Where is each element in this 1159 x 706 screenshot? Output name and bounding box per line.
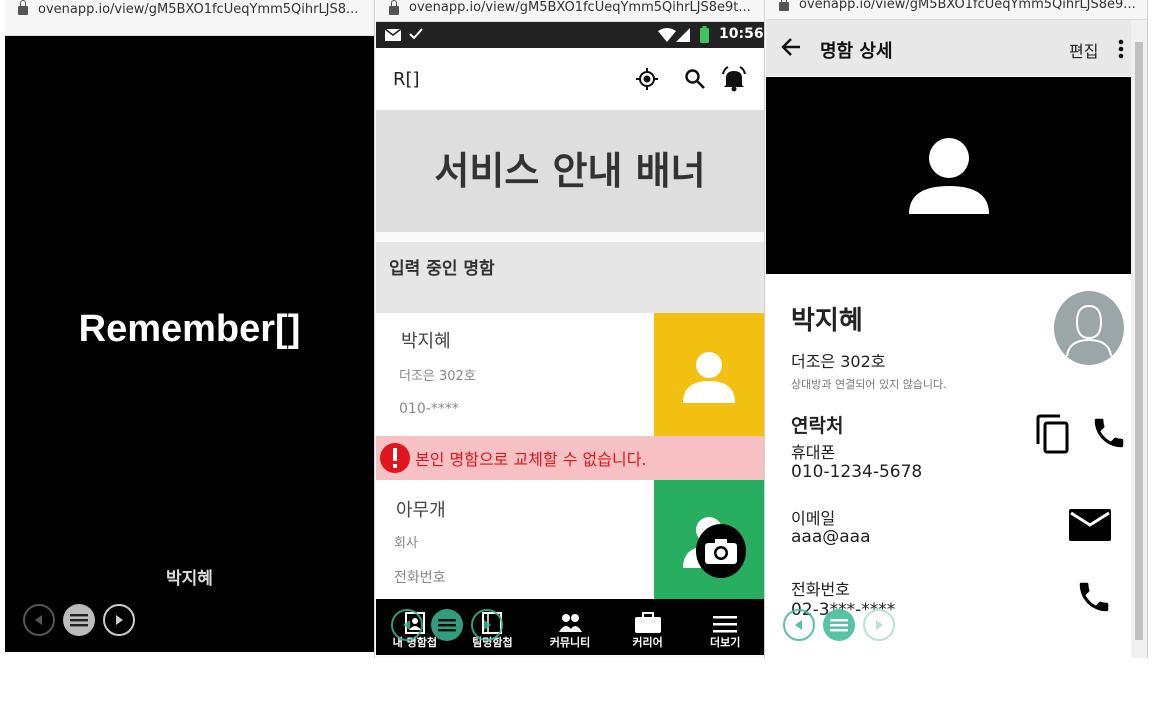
search-icon[interactable] [684,68,706,90]
location-icon[interactable] [635,67,659,91]
section-title: 입력 중인 명함 [389,259,495,279]
prototype-nav [23,604,135,636]
card-item[interactable]: 아무개 회사 전화번호 [376,480,764,600]
url-text: ovenapp.io/view/gM5BXO1fcUeqYmm5QihrLJS8… [409,0,751,15]
arrow-right-icon [876,620,883,630]
owner-name: 박지혜 [166,569,213,589]
next-page-button[interactable] [863,609,895,641]
nav-community[interactable]: 커뮤니티 [531,599,609,655]
card-photo[interactable] [766,77,1132,274]
prototype-nav [391,609,503,641]
menu-button[interactable] [431,609,463,641]
arrow-left-icon [35,615,42,625]
contact-company: 더조은 302호 [791,352,886,371]
arrow-right-icon [484,620,491,630]
next-page-button[interactable] [471,609,503,641]
scrollbar[interactable] [1131,20,1147,658]
mail-icon [385,29,401,41]
card-name: 아무개 [396,500,446,521]
prev-page-button[interactable] [391,609,423,641]
arrow-right-icon [116,615,123,625]
card-item[interactable]: 박지혜 더조은 302호 010-**** [376,313,764,437]
splash-window: ovenapp.io/view/gM5BXO1fcUeqYmm5QihrLJS8… [5,0,375,658]
back-arrow-icon[interactable] [781,38,801,56]
camera-fab[interactable] [696,524,746,578]
signal-icon [676,28,690,42]
contact-section-title: 연락처 [791,415,844,437]
nav-more[interactable]: 더보기 [686,599,764,655]
arrow-left-icon [403,620,410,630]
avatar-placeholder-icon [1066,304,1112,356]
contact-name: 박지혜 [791,306,863,336]
wifi-icon [658,28,676,42]
notification-bell-icon[interactable] [721,66,747,92]
menu-button[interactable] [823,609,855,641]
person-icon [683,352,735,403]
card-thumbnail [654,313,764,437]
copy-icon[interactable] [1034,414,1070,454]
url-text: ovenapp.io/view/gM5BXO1fcUeqYmm5QihrLJS8… [38,2,359,17]
service-banner[interactable]: 서비스 안내 배너 [376,110,764,232]
community-icon [558,614,582,632]
app-logo: Remember[] [78,308,301,350]
card-company: 더조은 302호 [399,369,476,384]
lock-icon [389,0,399,15]
email-value[interactable]: aaa@aaa [791,527,871,547]
menu-icon [713,616,738,633]
splash-screen: Remember[] 박지혜 [5,36,374,652]
lock-icon [18,0,28,15]
hamburger-icon [438,619,456,632]
address-bar[interactable]: ovenapp.io/view/gM5BXO1fcUeqYmm5QihrLJS8… [766,0,1147,20]
menu-button[interactable] [63,604,95,636]
next-page-button[interactable] [103,604,135,636]
card-name: 박지혜 [401,331,451,352]
email-label: 이메일 [791,509,836,528]
nav-career[interactable]: 커리어 [609,599,687,655]
detail-app-bar: 명함 상세 편집 [766,20,1147,76]
status-bar: 10:56 [376,22,764,48]
error-banner: 본인 명함으로 교체할 수 없습니다. [376,436,764,480]
hamburger-icon [830,619,848,632]
nav-label: 커리어 [632,636,663,649]
mobile-value[interactable]: 010-1234-5678 [791,462,922,482]
phone-label: 전화번호 [791,580,850,599]
person-icon [909,137,989,214]
card-company: 회사 [394,536,418,551]
prev-page-button[interactable] [783,609,815,641]
phone-icon[interactable] [1090,414,1128,452]
nav-label: 더보기 [709,636,741,649]
status-time: 10:56 [719,26,764,42]
mobile-label: 휴대폰 [791,443,836,462]
check-icon [409,28,423,40]
error-icon [380,443,410,473]
battery-icon [700,26,709,43]
scrollbar-thumb[interactable] [1135,42,1143,640]
address-bar[interactable]: ovenapp.io/view/gM5BXO1fcUeqYmm5QihrLJS8… [376,0,764,22]
pending-cards-section: 입력 중인 명함 [376,242,764,314]
prototype-nav [783,609,895,641]
edit-button[interactable]: 편집 [1069,38,1098,62]
card-list-window: ovenapp.io/view/gM5BXO1fcUeqYmm5QihrLJS8… [376,0,765,658]
app-bar: R[] [376,48,764,110]
url-text: ovenapp.io/view/gM5BXO1fcUeqYmm5QihrLJS8… [799,0,1136,12]
mail-icon[interactable] [1069,509,1111,541]
card-detail-window: ovenapp.io/view/gM5BXO1fcUeqYmm5QihrLJS8… [766,0,1148,658]
app-title: R[] [393,69,420,90]
briefcase-icon [634,612,661,633]
lock-icon [779,0,789,11]
nav-label: 커뮤니티 [549,636,591,649]
phone-icon[interactable] [1075,578,1113,616]
page-title: 명함 상세 [820,41,893,62]
prev-page-button[interactable] [23,604,55,636]
connection-status: 상대방과 연결되어 있지 않습니다. [791,378,947,391]
hamburger-icon [70,614,88,627]
error-message: 본인 명함으로 교체할 수 없습니다. [415,450,647,469]
camera-icon [705,539,737,564]
card-phone: 전화번호 [394,570,446,586]
address-bar[interactable]: ovenapp.io/view/gM5BXO1fcUeqYmm5QihrLJS8… [5,0,374,36]
arrow-left-icon [795,620,802,630]
more-vert-icon[interactable] [1118,39,1124,59]
card-phone: 010-**** [399,401,459,417]
avatar [1054,291,1124,365]
